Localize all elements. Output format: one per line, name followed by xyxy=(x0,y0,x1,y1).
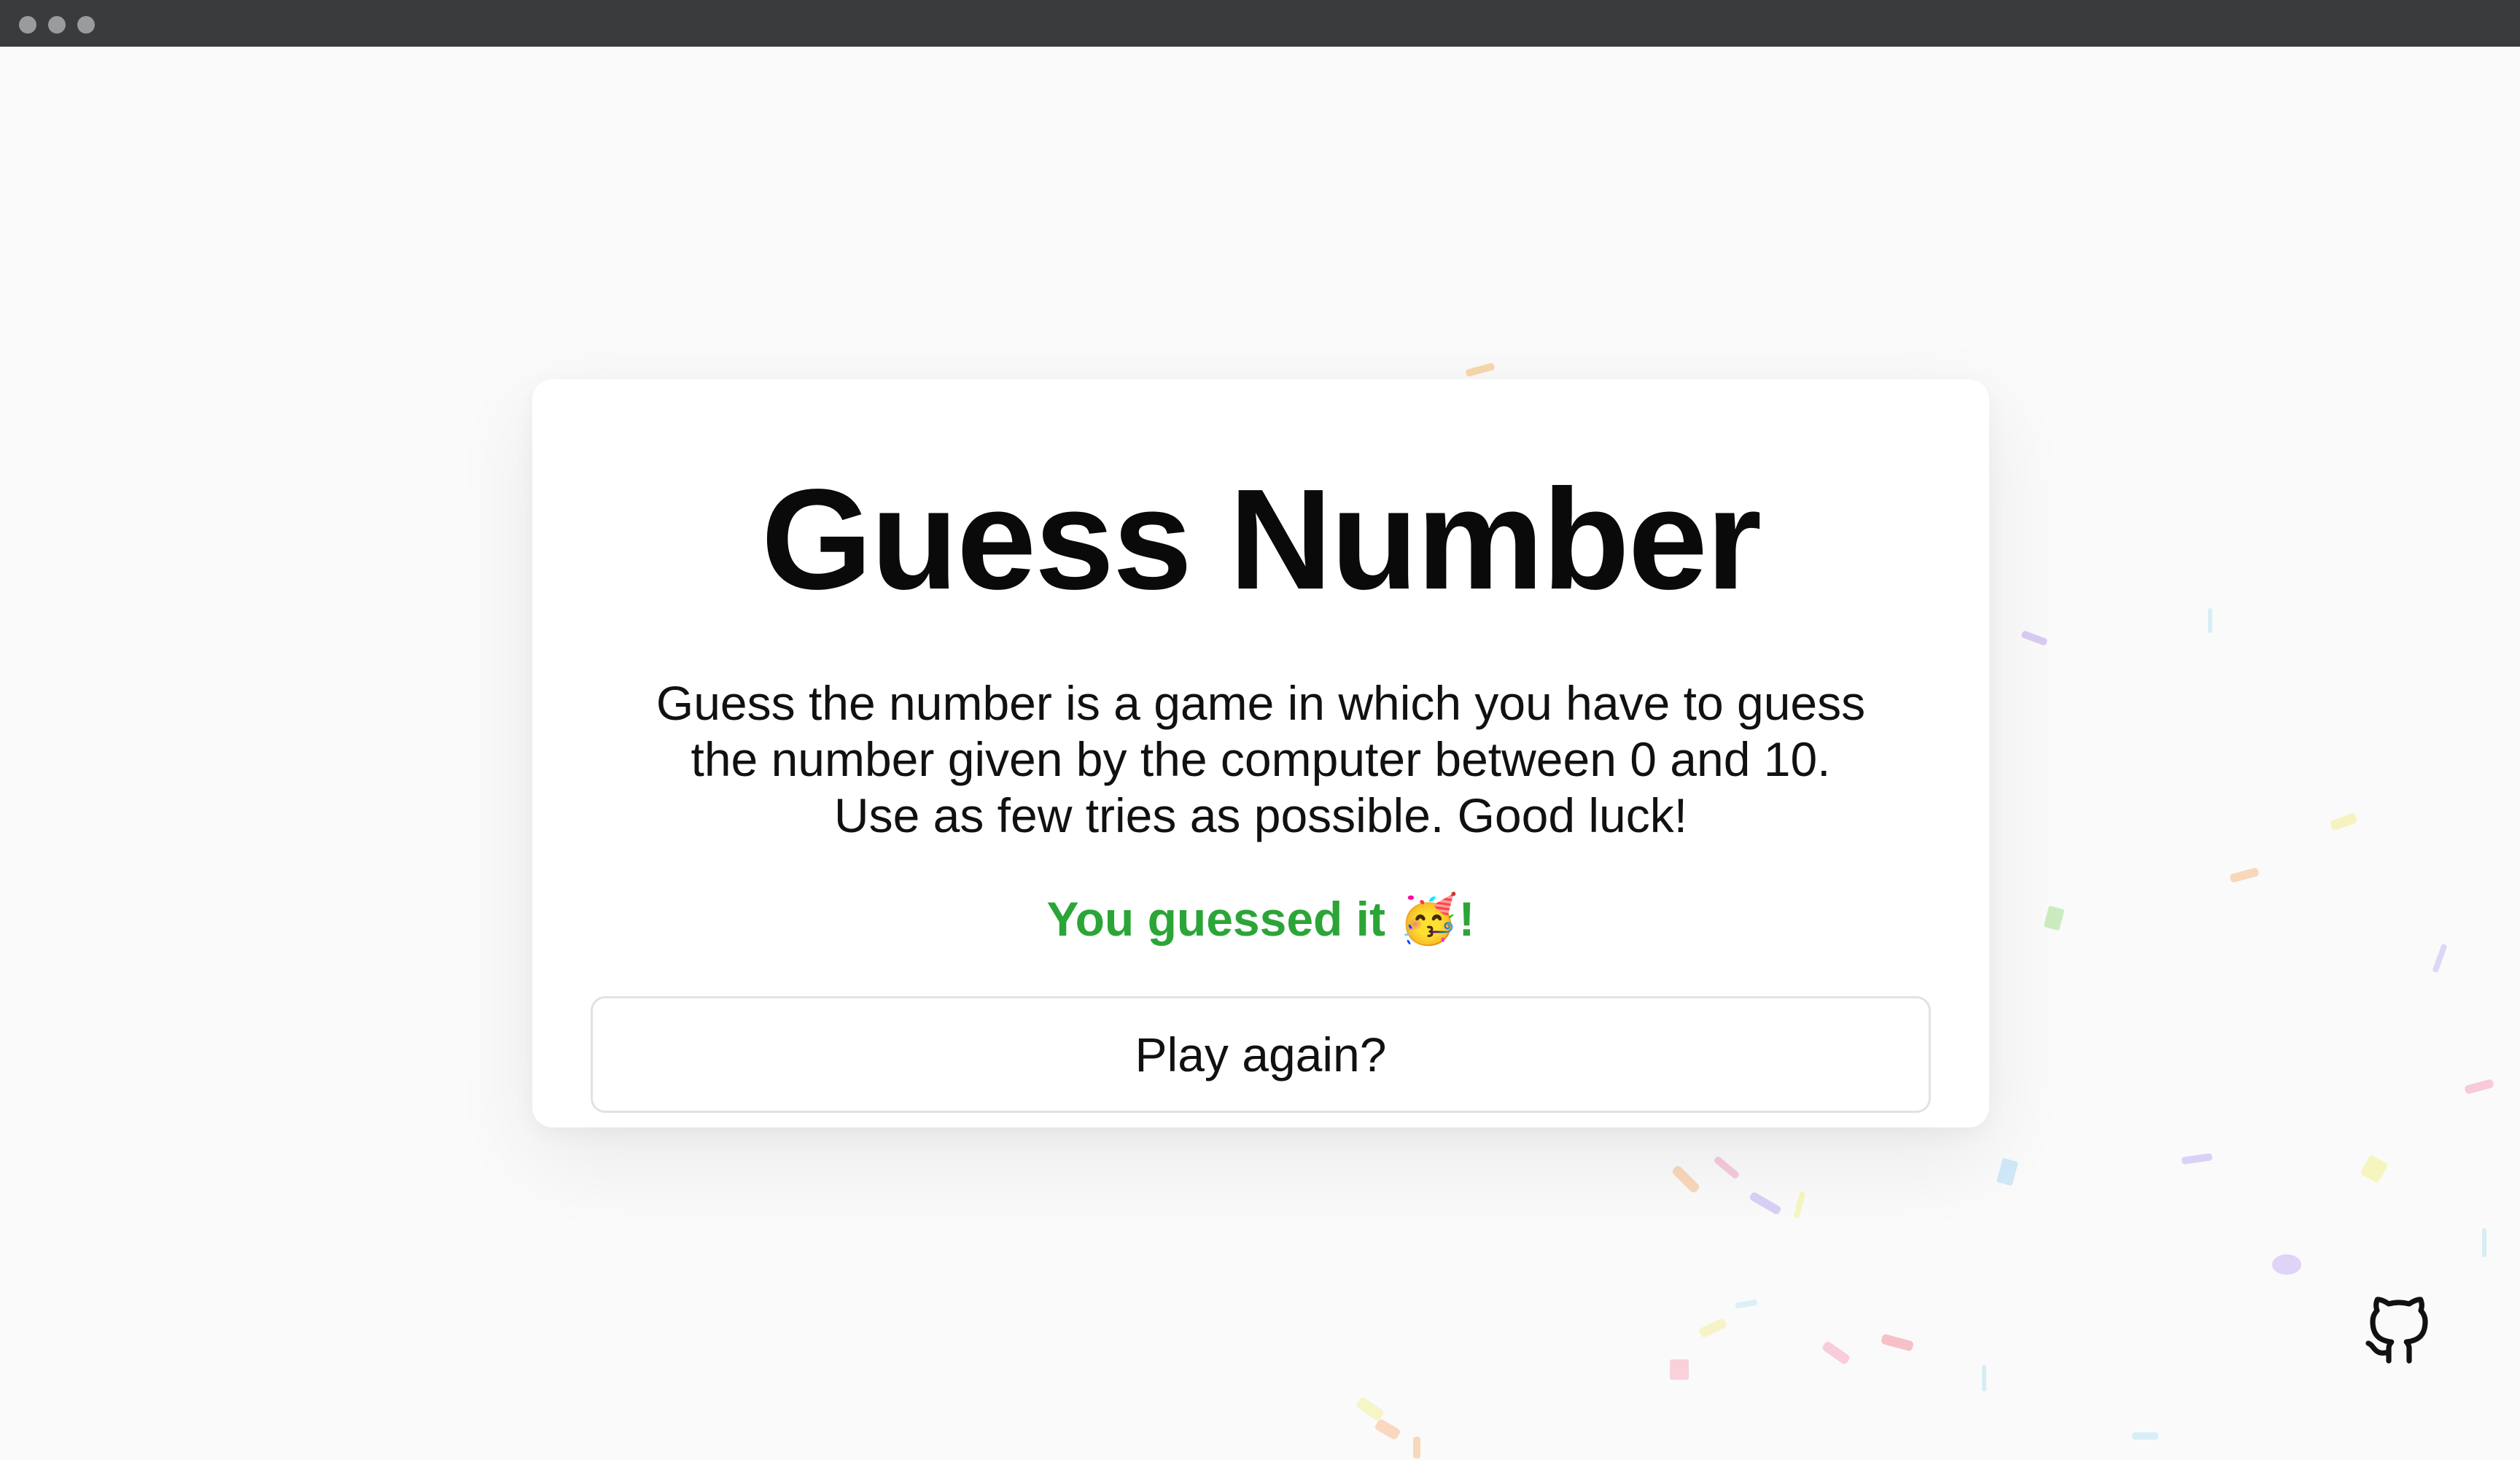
result-text: You guessed it xyxy=(1046,892,1385,946)
confetti-piece xyxy=(1466,362,1495,377)
confetti-piece xyxy=(2330,813,2357,831)
window-close-button[interactable] xyxy=(19,16,36,34)
window-minimize-button[interactable] xyxy=(48,16,66,34)
github-icon[interactable] xyxy=(2362,1297,2432,1367)
confetti-piece xyxy=(2132,1432,2158,1440)
confetti-piece xyxy=(2272,1254,2301,1275)
game-card: Guess Number Guess the number is a game … xyxy=(532,379,1989,1127)
confetti-piece xyxy=(1356,1397,1384,1421)
confetti-piece xyxy=(2432,944,2447,973)
confetti-piece xyxy=(1714,1156,1739,1179)
confetti-piece xyxy=(2044,906,2064,931)
description-line: the number given by the computer between… xyxy=(691,732,1831,786)
play-again-button[interactable]: Play again? xyxy=(591,996,1931,1113)
confetti-piece xyxy=(1672,1165,1700,1193)
description-line: Use as few tries as possible. Good luck! xyxy=(833,788,1688,842)
confetti-piece xyxy=(1794,1192,1805,1218)
window-maximize-button[interactable] xyxy=(77,16,95,34)
confetti-piece xyxy=(2465,1079,2494,1094)
confetti-piece xyxy=(1413,1437,1420,1459)
confetti-piece xyxy=(2021,631,2048,645)
game-description: Guess the number is a game in which you … xyxy=(598,675,1924,844)
confetti-piece xyxy=(1699,1319,1727,1337)
confetti-piece xyxy=(2182,1153,2212,1165)
confetti-piece xyxy=(2230,868,2259,882)
result-message: You guessed it 🥳! xyxy=(532,890,1989,948)
confetti-piece xyxy=(1749,1192,1781,1214)
result-suffix: ! xyxy=(1458,892,1475,946)
page-viewport: Guess Number Guess the number is a game … xyxy=(0,47,2520,1460)
window-titlebar xyxy=(0,0,2520,47)
confetti-piece xyxy=(1375,1419,1400,1440)
page-title: Guess Number xyxy=(761,459,1762,619)
party-face-emoji-icon: 🥳 xyxy=(1399,892,1459,946)
confetti-piece xyxy=(2360,1155,2388,1183)
confetti-piece xyxy=(1670,1359,1689,1380)
confetti-piece xyxy=(1996,1158,2018,1186)
confetti-piece xyxy=(1735,1299,1757,1309)
confetti-piece xyxy=(1982,1365,1986,1391)
description-line: Guess the number is a game in which you … xyxy=(656,676,1866,730)
confetti-piece xyxy=(1822,1341,1850,1364)
confetti-piece xyxy=(2482,1228,2486,1257)
confetti-piece xyxy=(2208,608,2212,633)
confetti-piece xyxy=(1881,1334,1913,1351)
